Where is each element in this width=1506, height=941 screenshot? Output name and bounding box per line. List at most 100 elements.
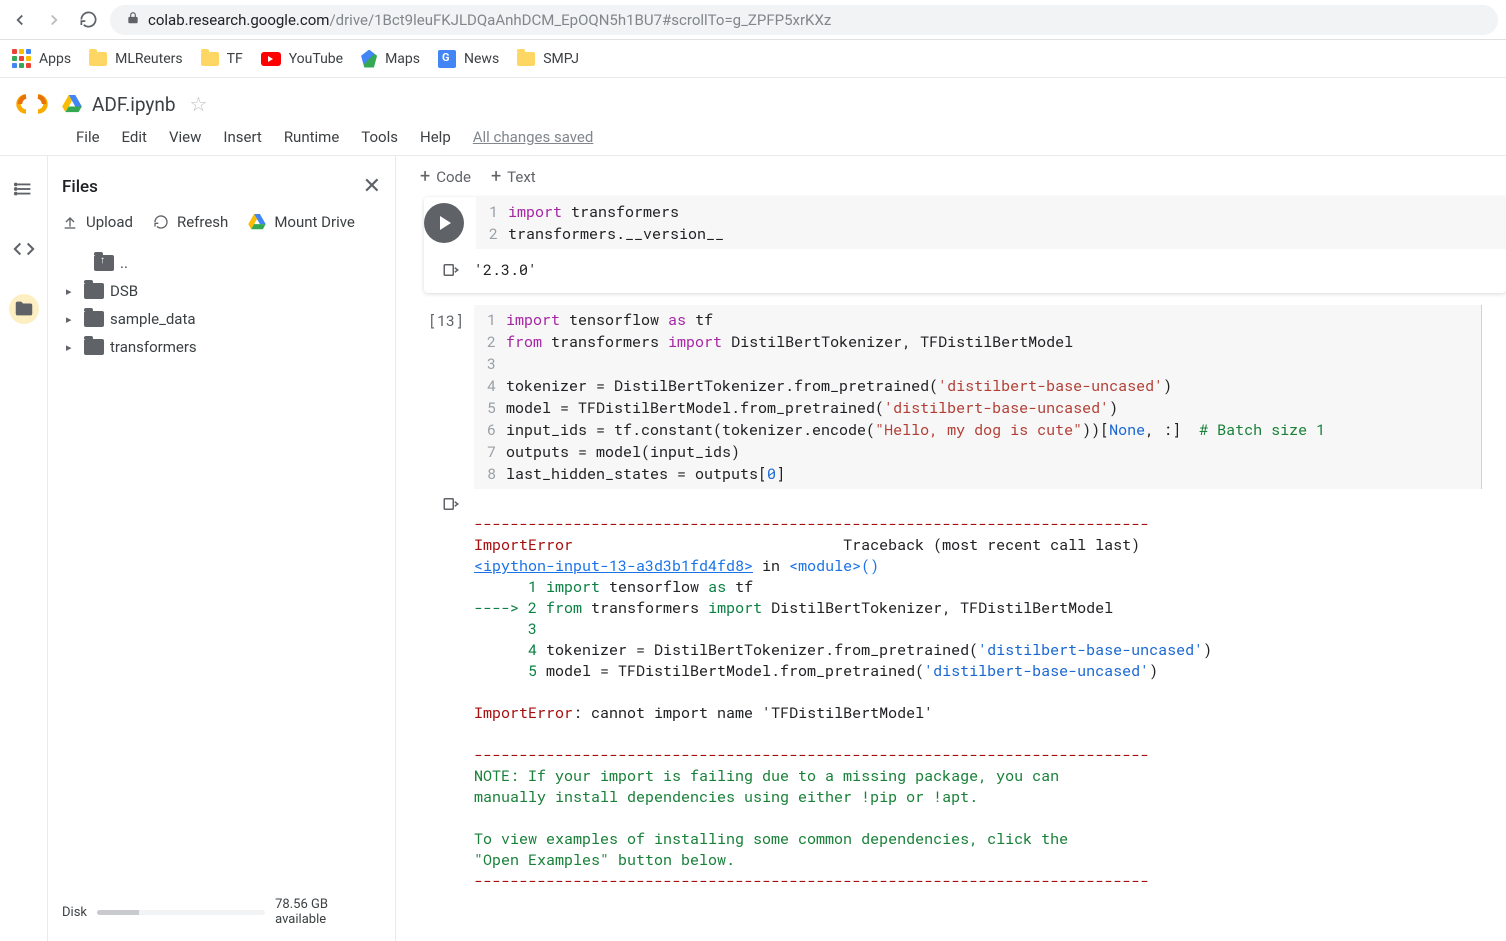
bookmark-label: YouTube	[289, 51, 343, 67]
tree-label: DSB	[110, 282, 138, 300]
menu-file[interactable]: File	[76, 128, 100, 146]
folder-dsb[interactable]: ▸ DSB	[66, 277, 395, 305]
bookmark-label: TF	[227, 51, 243, 67]
star-icon[interactable]: ☆	[190, 92, 208, 116]
folder-icon	[89, 52, 107, 66]
apps-label: Apps	[39, 51, 71, 67]
mount-drive-button[interactable]: Mount Drive	[248, 213, 355, 231]
disk-available: 78.56 GB available	[275, 897, 381, 927]
tree-label: sample_data	[110, 310, 196, 328]
output-icon[interactable]	[424, 255, 474, 279]
menu-edit[interactable]: Edit	[122, 128, 147, 146]
line-number: 3	[474, 353, 506, 375]
folder-icon	[84, 311, 104, 327]
upload-button[interactable]: Upload	[62, 213, 133, 231]
colab-header: ADF.ipynb ☆ File Edit View Insert Runtim…	[0, 78, 1506, 156]
chevron-right-icon: ▸	[66, 341, 78, 354]
reload-button[interactable]	[76, 8, 100, 32]
file-tree: .. ▸ DSB ▸ sample_data ▸ transformers	[48, 243, 395, 883]
bookmark-mlreuters[interactable]: MLReuters	[89, 51, 183, 67]
line-number: 2	[476, 223, 508, 245]
disk-label: Disk	[62, 905, 87, 920]
news-icon	[438, 50, 456, 68]
disk-meter	[97, 910, 265, 915]
line-number: 6	[474, 419, 506, 441]
bookmark-maps[interactable]: Maps	[361, 50, 420, 68]
forward-button[interactable]	[42, 8, 66, 32]
bookmark-label: Maps	[385, 51, 420, 67]
back-button[interactable]	[8, 8, 32, 32]
folder-icon	[201, 52, 219, 66]
bookmark-youtube[interactable]: YouTube	[261, 51, 343, 67]
tree-label: transformers	[110, 338, 197, 356]
chevron-right-icon: ▸	[66, 313, 78, 326]
bookmark-smpj[interactable]: SMPJ	[517, 51, 579, 67]
left-rail	[0, 156, 48, 941]
refresh-label: Refresh	[177, 213, 228, 231]
toc-button[interactable]	[9, 174, 39, 204]
code-cell: 1import transformers 2transformers.__ver…	[424, 197, 1506, 293]
notebook-area[interactable]: +Code +Text 1import transformers 2transf…	[396, 156, 1506, 941]
colab-logo[interactable]	[12, 84, 52, 124]
bookmark-news[interactable]: News	[438, 50, 499, 68]
bookmark-label: News	[464, 51, 499, 67]
url-bar[interactable]: colab.research.google.com/drive/1Bct9leu…	[110, 5, 1498, 35]
upload-label: Upload	[86, 213, 133, 231]
folder-icon	[84, 283, 104, 299]
close-panel-button[interactable]: ✕	[363, 174, 381, 199]
tool-label: Code	[436, 168, 471, 186]
line-number: 2	[474, 331, 506, 353]
line-number: 1	[474, 309, 506, 331]
files-title: Files	[62, 177, 98, 197]
code-editor[interactable]: 1import tensorflow as tf 2from transform…	[474, 305, 1482, 489]
bookmark-label: SMPJ	[543, 51, 579, 67]
bookmarks-bar: Apps MLReuters TF YouTube Maps News SMPJ	[0, 40, 1506, 78]
apps-icon	[12, 49, 31, 68]
bookmark-tf[interactable]: TF	[201, 51, 243, 67]
add-text-button[interactable]: +Text	[491, 166, 536, 187]
folder-icon	[517, 52, 535, 66]
folder-up-icon	[94, 255, 114, 271]
mount-label: Mount Drive	[274, 213, 355, 231]
cell-output: '2.3.0'	[474, 255, 1506, 285]
folder-transformers[interactable]: ▸ transformers	[66, 333, 395, 361]
menu-help[interactable]: Help	[420, 128, 451, 146]
line-number: 8	[474, 463, 506, 485]
lock-icon	[126, 11, 140, 29]
line-number: 4	[474, 375, 506, 397]
line-number: 1	[476, 201, 508, 223]
menu-bar: File Edit View Insert Runtime Tools Help…	[0, 126, 1506, 146]
menu-view[interactable]: View	[169, 128, 201, 146]
error-output: ----------------------------------------…	[474, 489, 1498, 917]
folder-sample-data[interactable]: ▸ sample_data	[66, 305, 395, 333]
parent-dir[interactable]: ..	[66, 249, 395, 277]
browser-nav-bar: colab.research.google.com/drive/1Bct9leu…	[0, 0, 1506, 40]
menu-insert[interactable]: Insert	[223, 128, 261, 146]
save-status[interactable]: All changes saved	[473, 128, 594, 146]
cell-toolbar: +Code +Text	[396, 156, 1506, 195]
refresh-button[interactable]: Refresh	[153, 213, 228, 231]
disk-usage: Disk 78.56 GB available	[48, 883, 395, 941]
apps-shortcut[interactable]: Apps	[12, 49, 71, 68]
bookmark-label: MLReuters	[115, 51, 183, 67]
run-cell-button[interactable]	[424, 203, 464, 243]
line-number: 7	[474, 441, 506, 463]
code-editor[interactable]: 1import transformers 2transformers.__ver…	[476, 197, 1506, 249]
notebook-title[interactable]: ADF.ipynb	[92, 93, 176, 116]
drive-icon	[62, 95, 82, 113]
folder-icon	[84, 339, 104, 355]
line-number: 5	[474, 397, 506, 419]
tree-label: ..	[120, 254, 128, 272]
chevron-right-icon: ▸	[66, 285, 78, 298]
code-cell: [13] 1import tensorflow as tf 2from tran…	[424, 305, 1498, 917]
url-text: colab.research.google.com/drive/1Bct9leu…	[148, 11, 831, 29]
add-code-button[interactable]: +Code	[420, 166, 471, 187]
code-snippets-button[interactable]	[9, 234, 39, 264]
files-button[interactable]	[9, 294, 39, 324]
tool-label: Text	[507, 168, 536, 186]
maps-icon	[361, 50, 377, 68]
menu-runtime[interactable]: Runtime	[284, 128, 339, 146]
output-icon[interactable]	[424, 489, 474, 513]
menu-tools[interactable]: Tools	[361, 128, 398, 146]
files-panel: Files ✕ Upload Refresh Mount Drive ..	[48, 156, 396, 941]
